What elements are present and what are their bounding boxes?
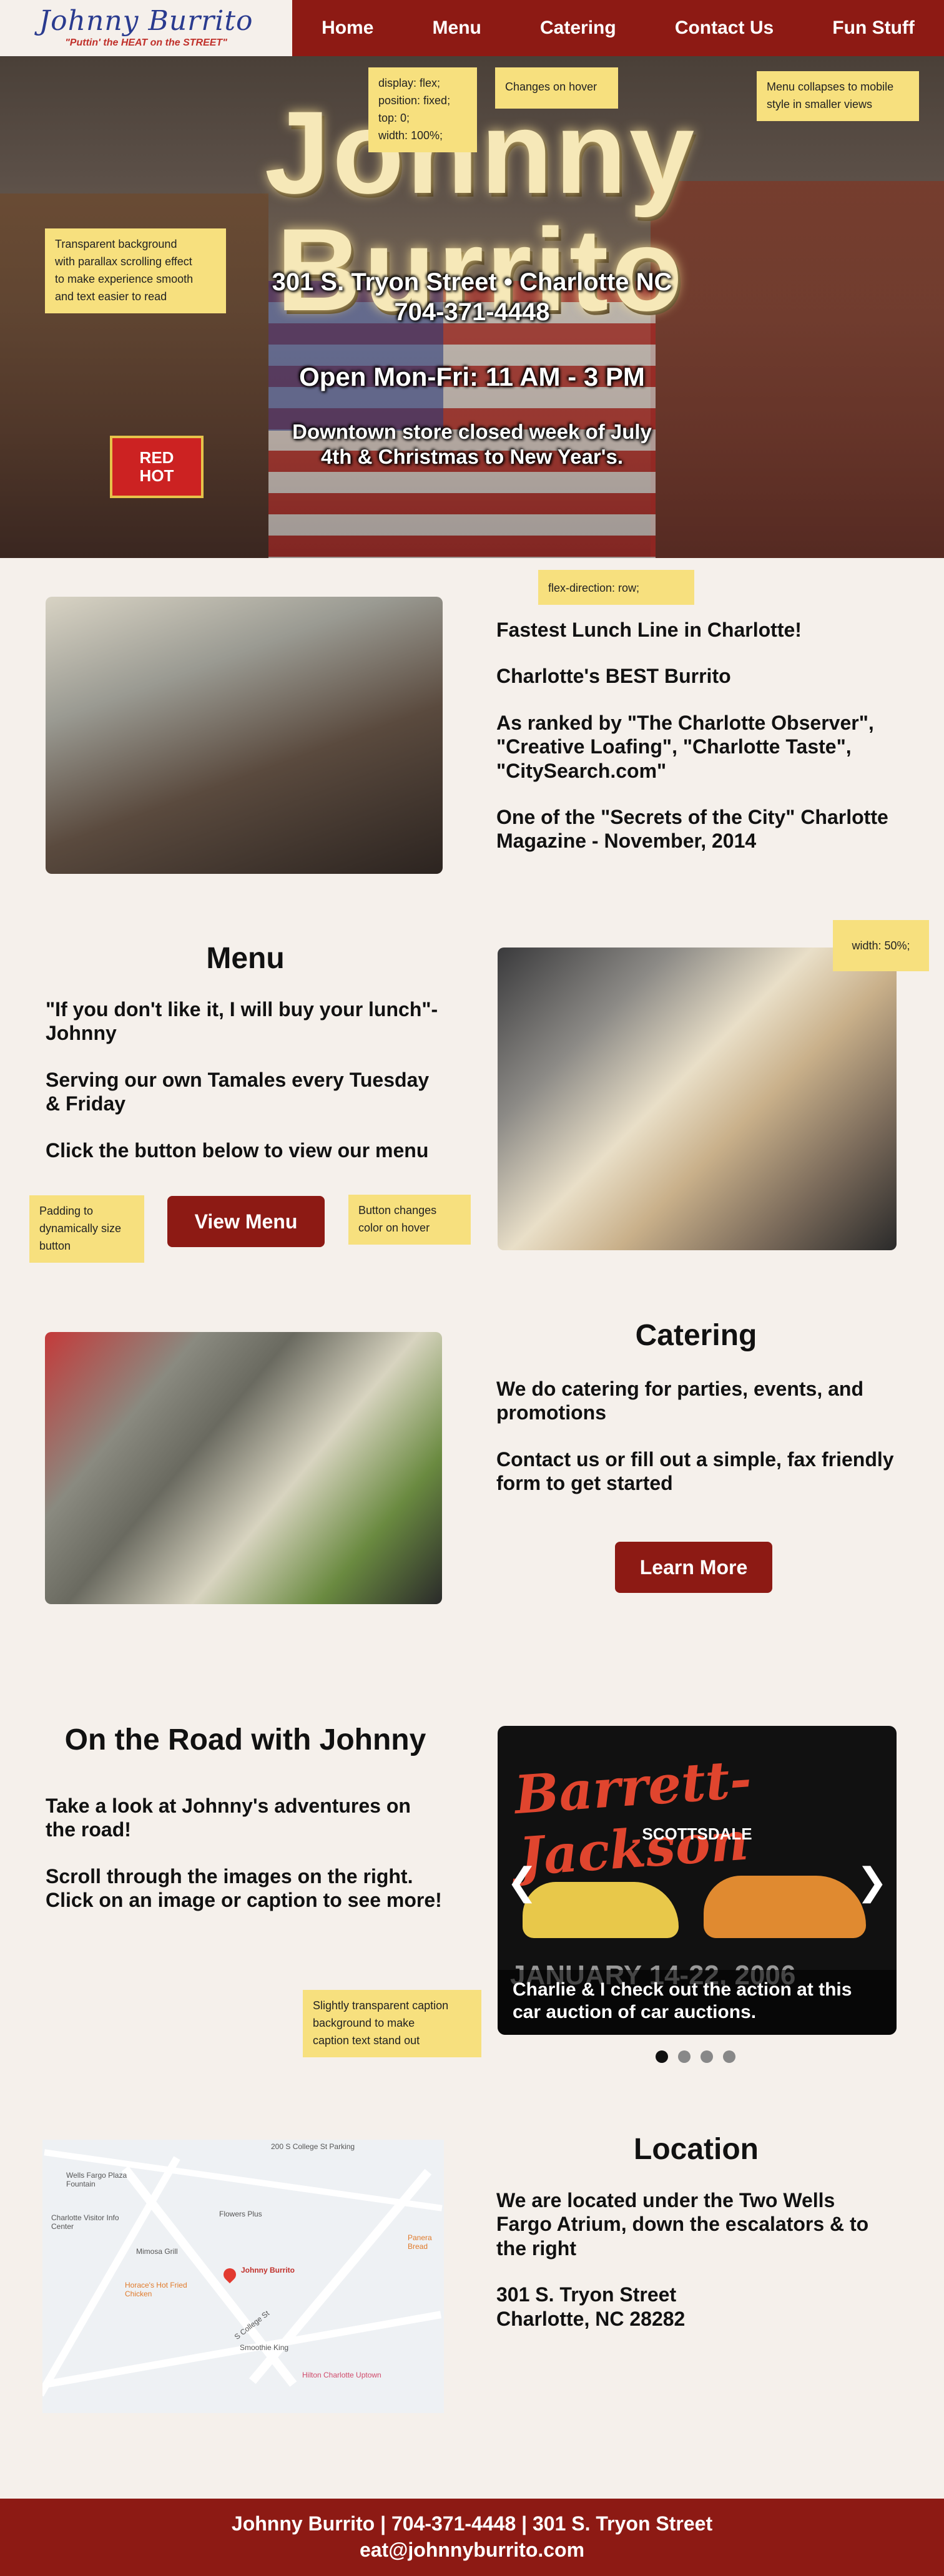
catering-title: Catering xyxy=(635,1319,757,1352)
top-navbar: Johnny Burrito "Puttin' the HEAT on the … xyxy=(0,0,944,56)
logo[interactable]: Johnny Burrito "Puttin' the HEAT on the … xyxy=(0,0,292,56)
location-title: Location xyxy=(634,2133,759,2166)
note-line: style in smaller views xyxy=(767,97,873,110)
hero-closure-note: Downtown store closed week of July 4th &… xyxy=(0,419,944,469)
about-text: Fastest Lunch Line in Charlotte! Charlot… xyxy=(496,618,896,876)
road-text: Take a look at Johnny's adventures on th… xyxy=(46,1794,445,1935)
nav-fun-stuff[interactable]: Fun Stuff xyxy=(832,17,915,39)
map-pin-johnny[interactable] xyxy=(220,2265,239,2284)
road-title: On the Road with Johnny xyxy=(64,1723,426,1756)
menu-title: Menu xyxy=(206,942,285,975)
note-collapse: Menu collapses to mobile style in smalle… xyxy=(757,71,919,121)
location-line-1: We are located under the Two Wells Fargo… xyxy=(496,2189,869,2260)
logo-title: Johnny Burrito xyxy=(39,5,253,37)
location-map[interactable]: Wells Fargo Plaza Fountain Charlotte Vis… xyxy=(42,2140,444,2413)
footer-contact: Johnny Burrito | 704-371-4448 | 301 S. T… xyxy=(231,2512,713,2535)
carousel-dot-1[interactable] xyxy=(656,2050,668,2063)
note-caption-bg: Slightly transparent caption background … xyxy=(303,1990,481,2057)
map-label-horaces: Horace's Hot Fried Chicken xyxy=(125,2281,187,2298)
note-line: caption text stand out xyxy=(313,2034,420,2047)
carousel-next-icon[interactable]: ❯ xyxy=(857,1860,888,1904)
carousel-dot-4[interactable] xyxy=(723,2050,735,2063)
catering-text: We do catering for parties, events, and … xyxy=(496,1377,896,1518)
nav-menu[interactable]: Menu xyxy=(433,17,481,39)
map-label-johnny: Johnny Burrito xyxy=(241,2266,295,2275)
nav-home[interactable]: Home xyxy=(322,17,373,39)
photo-lunch-line xyxy=(46,597,443,874)
note-flex-row: flex-direction: row; xyxy=(538,570,694,605)
note-line: dynamically size xyxy=(39,1222,122,1235)
carousel-caption[interactable]: Charlie & I check out the action at this… xyxy=(498,1970,897,2035)
about-line-3: As ranked by "The Charlotte Observer", "… xyxy=(496,711,874,782)
road-line-2: Scroll through the images on the right. … xyxy=(46,1864,442,1912)
view-menu-button[interactable]: View Menu xyxy=(167,1196,325,1247)
closure-line-1: Downtown store closed week of July xyxy=(292,420,652,443)
map-label-smoothie: Smoothie King xyxy=(240,2343,289,2352)
road-line-1: Take a look at Johnny's adventures on th… xyxy=(46,1795,411,1841)
about-line-1: Fastest Lunch Line in Charlotte! xyxy=(496,619,802,641)
nav-links: Home Menu Catering Contact Us Fun Stuff xyxy=(292,0,944,56)
carousel-dots xyxy=(656,2050,735,2063)
note-line: and text easier to read xyxy=(55,290,167,303)
note-line: with parallax scrolling effect xyxy=(55,255,192,268)
note-fixed-nav: display: flex; position: fixed; top: 0; … xyxy=(368,67,477,152)
about-line-2: Charlotte's BEST Burrito xyxy=(496,665,731,688)
note-line: width: 100%; xyxy=(378,129,443,142)
location-street: 301 S. Tryon Street xyxy=(496,2283,677,2306)
map-label-hilton: Hilton Charlotte Uptown xyxy=(302,2371,381,2379)
footer: Johnny Burrito | 704-371-4448 | 301 S. T… xyxy=(0,2499,944,2576)
slide-car-yellow xyxy=(523,1882,679,1938)
slide-title: Barrett-Jackson xyxy=(512,1747,754,1888)
note-padding: Padding to dynamically size button xyxy=(29,1195,144,1263)
note-line: Menu collapses to mobile xyxy=(767,81,894,93)
menu-line-1: "If you don't like it, I will buy your l… xyxy=(46,998,438,1045)
carousel-dot-2[interactable] xyxy=(678,2050,691,2063)
note-line: to make experience smooth xyxy=(55,272,194,285)
note-parallax: Transparent background with parallax scr… xyxy=(45,228,226,313)
note-line: Transparent background xyxy=(55,238,177,250)
map-label-panera: Panera Bread xyxy=(408,2233,432,2251)
carousel-prev-icon[interactable]: ❮ xyxy=(506,1860,538,1904)
photo-burrito-prep xyxy=(498,948,897,1250)
note-line: color on hover xyxy=(358,1221,430,1234)
photo-carousel[interactable]: Barrett-Jackson SCOTTSDALE JANUARY 14-22… xyxy=(498,1726,897,2035)
note-line: button xyxy=(39,1239,71,1252)
slide-subtitle: SCOTTSDALE xyxy=(642,1824,752,1843)
note-hover: Changes on hover xyxy=(495,67,618,109)
note-width-50: width: 50%; xyxy=(833,920,929,971)
note-line: Padding to xyxy=(39,1205,94,1217)
slide-car-orange xyxy=(704,1876,866,1938)
catering-line-1: We do catering for parties, events, and … xyxy=(496,1378,863,1424)
map-label-wells: Wells Fargo Plaza Fountain xyxy=(66,2171,127,2188)
map-label-visitor: Charlotte Visitor Info Center xyxy=(51,2213,119,2231)
note-line: top: 0; xyxy=(378,111,410,124)
location-city: Charlotte, NC 28282 xyxy=(496,2307,686,2330)
note-line: Slightly transparent caption xyxy=(313,1999,449,2012)
note-line: background to make xyxy=(313,2016,415,2029)
sign-hot: HOT xyxy=(139,466,174,485)
logo-tagline: "Puttin' the HEAT on the STREET" xyxy=(65,37,227,48)
map-label-parking: 200 S College St Parking xyxy=(271,2142,355,2151)
learn-more-button[interactable]: Learn More xyxy=(615,1542,772,1593)
note-line: position: fixed; xyxy=(378,94,451,107)
closure-line-2: 4th & Christmas to New Year's. xyxy=(320,444,624,468)
footer-email[interactable]: eat@johnnyburrito.com xyxy=(0,2537,944,2564)
note-line: Button changes xyxy=(358,1204,437,1217)
location-text: We are located under the Two Wells Fargo… xyxy=(496,2188,896,2331)
catering-line-2: Contact us or fill out a simple, fax fri… xyxy=(496,1447,894,1495)
carousel-dot-3[interactable] xyxy=(701,2050,713,2063)
note-button-hover: Button changes color on hover xyxy=(348,1195,471,1245)
nav-catering[interactable]: Catering xyxy=(540,17,616,39)
menu-line-2: Serving our own Tamales every Tuesday & … xyxy=(46,1068,430,1115)
photo-salsa-bar xyxy=(45,1332,442,1604)
about-line-4: One of the "Secrets of the City" Charlot… xyxy=(496,805,888,853)
menu-text: "If you don't like it, I will buy your l… xyxy=(46,997,445,1185)
hero-hours: Open Mon-Fri: 11 AM - 3 PM xyxy=(299,362,645,391)
menu-line-3: Click the button below to view our menu xyxy=(46,1139,429,1162)
nav-contact[interactable]: Contact Us xyxy=(675,17,774,39)
map-label-flowers: Flowers Plus xyxy=(219,2210,262,2218)
note-line: display: flex; xyxy=(378,77,441,89)
map-label-mimosa: Mimosa Grill xyxy=(136,2247,178,2256)
